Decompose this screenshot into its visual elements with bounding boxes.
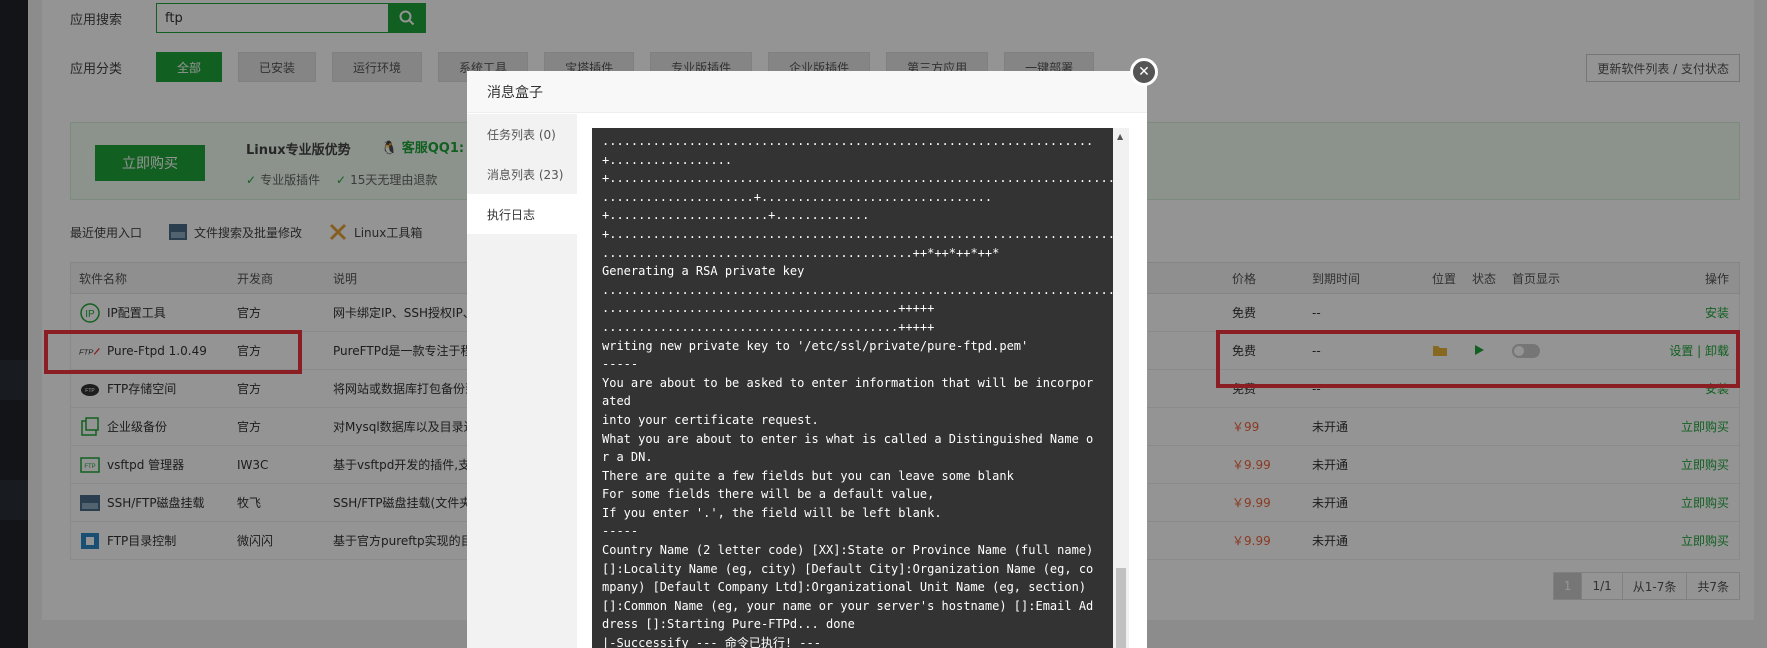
scroll-up-icon[interactable]: ▲ [1117,132,1123,141]
tab-execution-log[interactable]: 执行日志 [467,194,577,234]
close-button[interactable]: ✕ [1130,58,1158,86]
message-box-modal: 消息盒子 任务列表 (0) 消息列表 (23) 执行日志 ...........… [467,71,1147,648]
tab-task-list[interactable]: 任务列表 (0) [467,114,577,154]
close-icon: ✕ [1138,64,1150,80]
execution-log-panel[interactable]: ........................................… [592,128,1122,648]
modal-tabs: 任务列表 (0) 消息列表 (23) 执行日志 [467,114,577,648]
execution-log-text: ........................................… [602,134,1122,648]
scroll-thumb[interactable] [1116,568,1126,648]
log-scrollbar[interactable]: ▲ [1113,128,1129,648]
tab-message-list[interactable]: 消息列表 (23) [467,154,577,194]
modal-title: 消息盒子 [467,71,1147,113]
